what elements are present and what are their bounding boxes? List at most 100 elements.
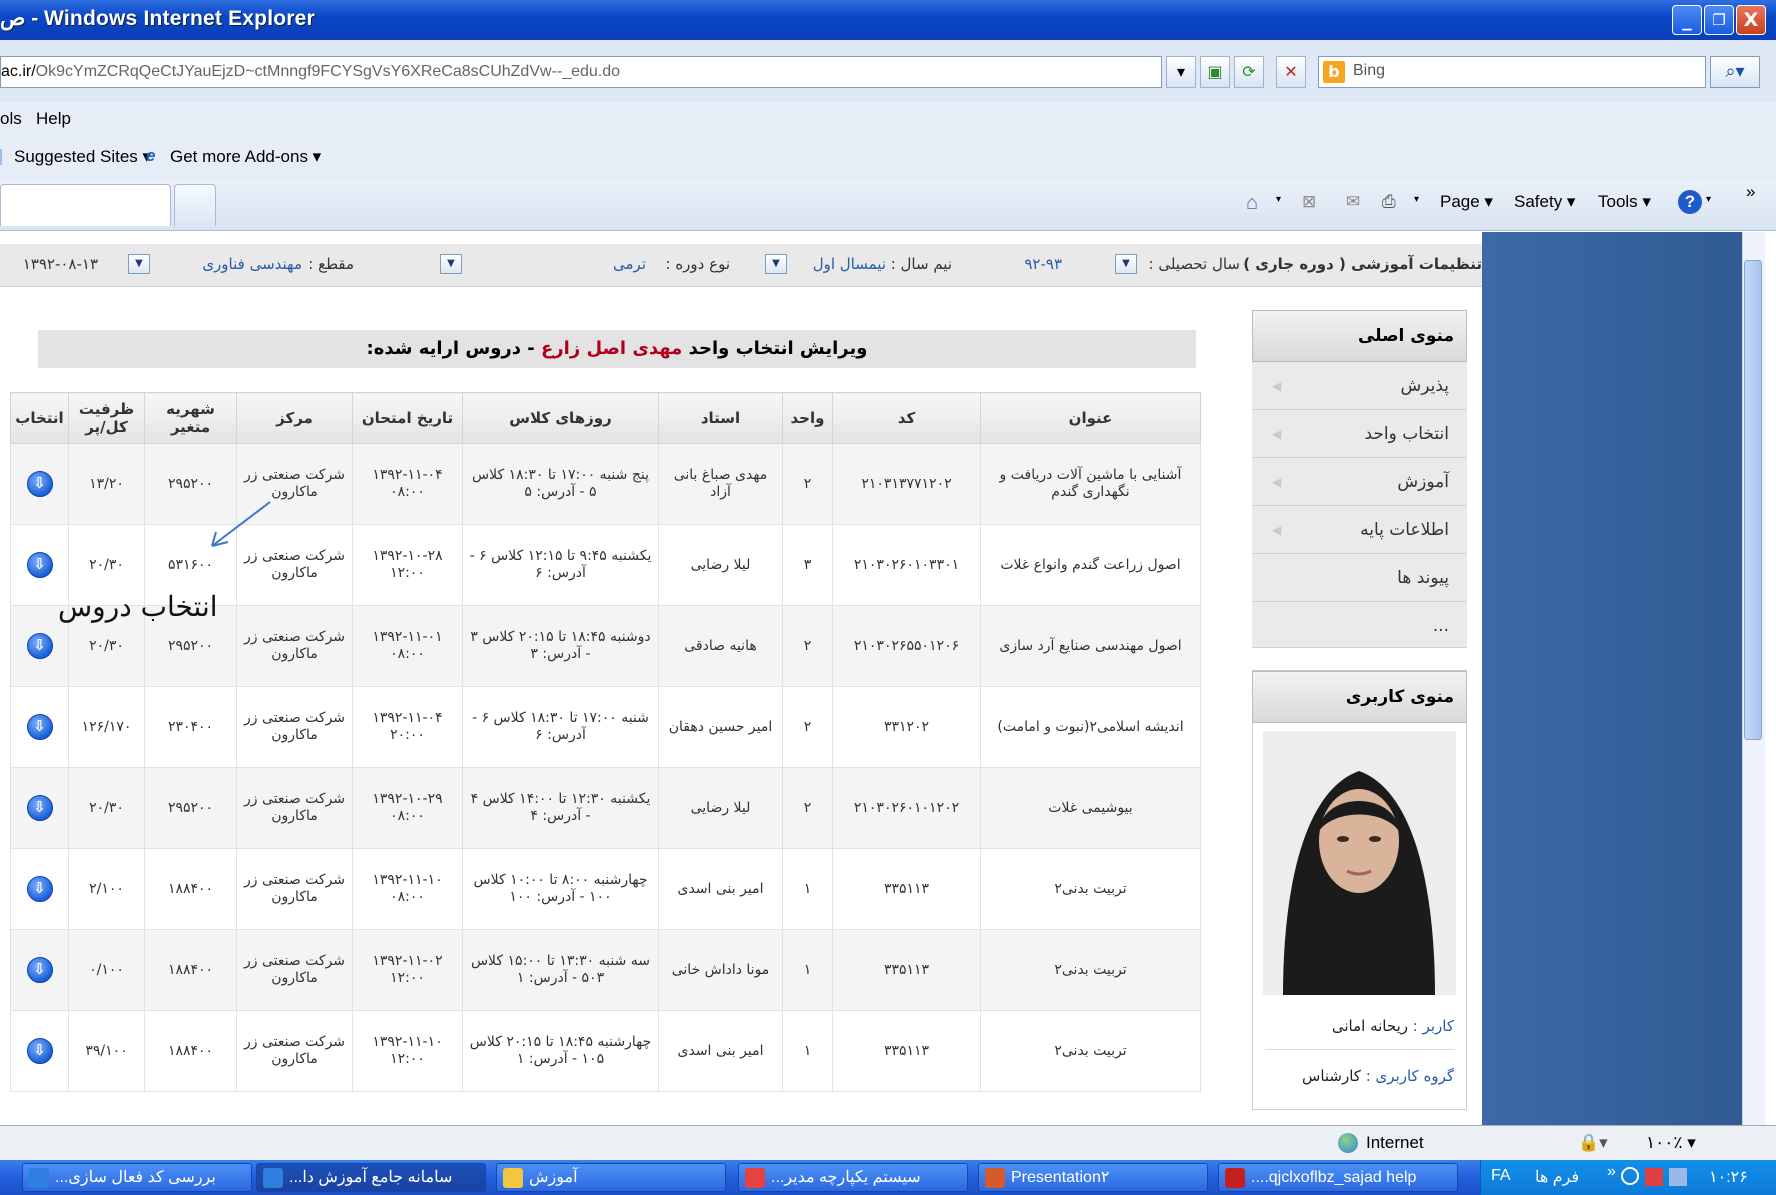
user-photo-image: [1263, 731, 1456, 995]
safety-menu[interactable]: Safety ▾: [1514, 192, 1575, 212]
more-tools-icon[interactable]: »: [1746, 182, 1755, 202]
search-icon[interactable]: ⌕▾: [1710, 56, 1760, 88]
scrollbar-thumb[interactable]: [1744, 260, 1762, 740]
course-exam: ۱۳۹۲-۱۱-۰۴ ۲۰:۰۰: [352, 686, 463, 768]
home-icon[interactable]: ⌂: [1246, 192, 1258, 215]
compatibility-view-icon[interactable]: ▣: [1200, 56, 1230, 88]
tray-shield-icon[interactable]: [1621, 1167, 1639, 1185]
forms-toolbar-label[interactable]: فرم ها: [1535, 1167, 1579, 1187]
browser-tab-active[interactable]: [0, 184, 171, 226]
col-select: انتخاب: [10, 392, 69, 444]
year-dropdown[interactable]: ▼: [1115, 254, 1137, 274]
sidebar-item-course-selection[interactable]: ◀ انتخاب واحد: [1252, 410, 1467, 458]
course-exam: ۱۳۹۲-۱۱-۱۰ ۰۸:۰۰: [352, 848, 463, 930]
select-course-icon[interactable]: ⇩: [26, 795, 53, 821]
col-tuition: شهریه متغیر: [144, 392, 237, 444]
sidebar-item-label: ...: [1432, 616, 1449, 636]
taskbar-item[interactable]: بررسی کد فعال سازی...: [22, 1163, 252, 1192]
select-course-icon[interactable]: ⇩: [26, 957, 53, 983]
network-icon[interactable]: [1669, 1168, 1687, 1186]
date-dropdown[interactable]: ▼: [128, 254, 150, 274]
select-course-icon[interactable]: ⇩: [26, 876, 53, 902]
term-dropdown[interactable]: ▼: [765, 254, 787, 274]
help-icon[interactable]: ?: [1678, 190, 1702, 214]
course-units: ۱: [782, 848, 833, 930]
window-title-bar[interactable]: ص - Windows Internet Explorer _ ❐ X: [0, 0, 1776, 40]
course-type-dropdown[interactable]: ▼: [440, 254, 462, 274]
address-bar: ac.ir/Ok9cYmZCRqQeCtJYauEjzD~ctMnngf9FCY…: [0, 40, 1776, 109]
url-field[interactable]: ac.ir/Ok9cYmZCRqQeCtJYauEjzD~ctMnngf9FCY…: [0, 56, 1162, 88]
course-units: ۲: [782, 605, 833, 687]
tools-menu[interactable]: Tools ▾: [1598, 192, 1651, 212]
sidebar-item-education[interactable]: ◀ آموزش: [1252, 458, 1467, 506]
select-course-icon[interactable]: ⇩: [26, 633, 53, 659]
select-cell: ⇩: [10, 767, 69, 849]
select-course-icon[interactable]: ⇩: [26, 471, 53, 497]
tray-app-icon[interactable]: [1645, 1168, 1663, 1186]
course-tuition: ۱۸۸۴۰۰: [144, 929, 237, 1011]
url-host: ac.ir/: [1, 63, 36, 80]
zoom-control[interactable]: ۱۰۰٪ ▾: [1646, 1133, 1696, 1153]
sidebar-item-label: پیوند ها: [1397, 568, 1449, 588]
minimize-button[interactable]: _: [1672, 5, 1702, 35]
col-capacity: ظرفیت کل/پر: [68, 392, 145, 444]
zone-label: Internet: [1366, 1133, 1424, 1152]
get-more-addons-link[interactable]: Get more Add-ons ▾: [170, 147, 321, 167]
course-exam: ۱۳۹۲-۱۱-۰۴ ۰۸:۰۰: [352, 443, 463, 525]
course-tuition: ۱۸۸۴۰۰: [144, 848, 237, 930]
sidebar-item-more[interactable]: ...: [1252, 602, 1467, 648]
address-dropdown-button[interactable]: ▾: [1166, 56, 1196, 88]
student-name: مهدی اصل زارع: [541, 338, 683, 359]
page-menu[interactable]: Page ▾: [1440, 192, 1493, 212]
stop-icon[interactable]: ✕: [1276, 56, 1306, 88]
course-tuition: ۲۳۰۴۰۰: [144, 686, 237, 768]
home-dropdown-icon[interactable]: ▾: [1276, 194, 1281, 205]
new-tab-button[interactable]: [174, 184, 216, 226]
course-center: شرکت صنعتی زر ماکارون: [236, 929, 353, 1011]
toolbar-expand-icon[interactable]: »: [1607, 1163, 1616, 1181]
mail-icon[interactable]: ✉: [1346, 192, 1360, 212]
select-course-icon[interactable]: ⇩: [26, 1038, 53, 1064]
close-button[interactable]: X: [1736, 5, 1766, 35]
system-tray: FA فرم ها » ۱۰:۲۶: [1480, 1160, 1776, 1195]
sidebar-item-links[interactable]: پیوند ها: [1252, 554, 1467, 602]
refresh-icon[interactable]: ⟳: [1234, 56, 1264, 88]
level-value: مهندسی فناوری: [202, 255, 302, 273]
bing-logo-icon: b: [1323, 61, 1345, 83]
taskbar-item-active[interactable]: سامانه جامع آموزش دا...: [256, 1163, 486, 1192]
menu-help[interactable]: Help: [36, 109, 71, 129]
course-code: ۲۱۰۳۱۳۷۷۱۲۰۲: [832, 443, 981, 525]
select-cell: ⇩: [10, 1010, 69, 1092]
feeds-icon[interactable]: ⊠: [1302, 192, 1316, 212]
language-indicator[interactable]: FA: [1491, 1167, 1511, 1185]
select-cell: ⇩: [10, 848, 69, 930]
suggested-sites-link[interactable]: Suggested Sites ▾: [14, 147, 151, 167]
taskbar-item[interactable]: سیستم یکپارچه مدیر...: [738, 1163, 968, 1192]
course-capacity: ۰/۱۰۰: [68, 929, 145, 1011]
group-name: کارشناس: [1302, 1067, 1361, 1085]
taskbar: بررسی کد فعال سازی... سامانه جامع آموزش …: [0, 1160, 1776, 1195]
select-course-icon[interactable]: ⇩: [26, 552, 53, 578]
search-placeholder: Bing: [1353, 62, 1386, 79]
education-settings-bar: تنظیمات آموزشی ( دوره جاری ) سال تحصیلی …: [0, 244, 1482, 287]
page-title-suffix: - دروس ارایه شده:: [366, 338, 535, 359]
taskbar-item[interactable]: Presentation۲: [978, 1163, 1208, 1192]
sidebar-item-admission[interactable]: ◀ پذیرش: [1252, 362, 1467, 410]
sidebar-item-base-info[interactable]: ◀ اطلاعات پایه: [1252, 506, 1467, 554]
favorites-bar: Suggested Sites ▾ e Get more Add-ons ▾: [0, 138, 1776, 181]
search-input[interactable]: b Bing: [1318, 56, 1706, 88]
protected-mode-icon[interactable]: 🔒▾: [1578, 1133, 1608, 1153]
pdf-icon: [1225, 1168, 1245, 1188]
side-background: [1482, 232, 1752, 1125]
maximize-button[interactable]: ❐: [1704, 5, 1734, 35]
select-course-icon[interactable]: ⇩: [26, 714, 53, 740]
print-dropdown-icon[interactable]: ▾: [1414, 194, 1419, 205]
chevron-icon: ◀: [1272, 475, 1282, 489]
help-dropdown-icon[interactable]: ▾: [1706, 194, 1711, 205]
page-title: ویرایش انتخاب واحد مهدی اصل زارع - دروس …: [38, 330, 1196, 368]
taskbar-item[interactable]: آموزش: [496, 1163, 726, 1192]
taskbar-item[interactable]: qjclxoflbz_sajad help....: [1218, 1163, 1458, 1192]
menu-tools[interactable]: ols: [0, 109, 22, 129]
user-menu-title: منوی کاربری: [1252, 671, 1467, 723]
print-icon[interactable]: ⎙: [1382, 192, 1396, 212]
